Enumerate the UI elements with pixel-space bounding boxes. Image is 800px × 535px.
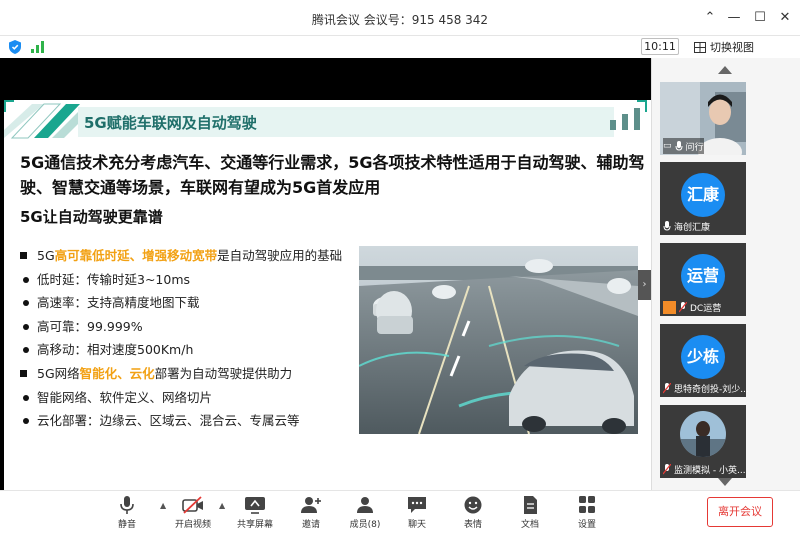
participant-tile[interactable]: 运营 DC运营 bbox=[660, 243, 746, 316]
window-title: 腾讯会议 会议号：915 458 342 bbox=[311, 13, 489, 27]
minimize-icon[interactable]: — bbox=[724, 8, 744, 28]
pin-icon[interactable]: ⌃ bbox=[700, 8, 720, 28]
mic-muted-icon bbox=[663, 463, 671, 474]
document-icon bbox=[524, 496, 537, 514]
participant-name-row: 监测模拟 - 小英... bbox=[663, 461, 746, 477]
participant-tile[interactable]: 少栋 思特奇创投-刘少... bbox=[660, 324, 749, 397]
members-button[interactable]: 成员(8) bbox=[340, 495, 390, 530]
chat-button[interactable]: 聊天 bbox=[392, 495, 442, 530]
participant-photo bbox=[680, 411, 726, 457]
participant-name-row: 思特奇创投-刘少... bbox=[663, 380, 749, 396]
participant-tile-video[interactable]: ▭ 问行 bbox=[660, 82, 746, 166]
apps-grid-icon bbox=[579, 496, 595, 513]
participant-tile[interactable]: 汇康 海创汇康 bbox=[660, 162, 746, 235]
slide: 5G赋能车联网及自动驾驶 5G通信技术充分考虑汽车、交通等行业需求，5G各项技术… bbox=[4, 100, 651, 525]
chat-icon bbox=[408, 497, 426, 513]
video-off-icon bbox=[182, 496, 203, 514]
user-badge-icon bbox=[663, 300, 676, 314]
share-screen-button[interactable]: 共享屏幕 bbox=[230, 495, 280, 530]
mic-icon bbox=[663, 220, 671, 231]
reactions-button[interactable]: 表情 bbox=[448, 495, 498, 530]
bullet-item: 5G网络智能化、云化部署为自动驾驶提供助力 bbox=[20, 362, 342, 386]
mic-icon bbox=[675, 140, 683, 151]
start-video-button[interactable]: 开启视频 bbox=[168, 495, 218, 530]
scroll-up-arrow[interactable] bbox=[718, 66, 732, 74]
screen-share-icon: ▭ bbox=[663, 141, 672, 151]
sub-bullet-item: 高移动：相对速度500Km/h bbox=[20, 338, 342, 362]
scroll-down-arrow[interactable] bbox=[718, 478, 732, 486]
switch-view-button[interactable]: 切换视图 bbox=[694, 39, 754, 55]
avatar: 少栋 bbox=[681, 335, 725, 379]
video-options-caret[interactable]: ▲ bbox=[219, 501, 225, 510]
slide-bullet-list: 5G高可靠低时延、增强移动宽带是自动驾驶应用的基础 低时延：传输时延3~10ms… bbox=[20, 244, 342, 433]
sub-bullet-item: 智能网络、软件定义、网络切片 bbox=[20, 386, 342, 410]
participant-name-row: ▭ 问行 bbox=[663, 138, 704, 154]
settings-button[interactable]: 设置 bbox=[562, 495, 612, 530]
emoji-icon bbox=[464, 496, 482, 514]
members-icon bbox=[357, 497, 373, 513]
mic-muted-icon bbox=[679, 301, 687, 312]
grid-icon bbox=[694, 41, 706, 53]
maximize-icon[interactable]: ☐ bbox=[750, 8, 770, 28]
shared-screen: 5G赋能车联网及自动驾驶 5G通信技术充分考虑汽车、交通等行业需求，5G各项技术… bbox=[0, 58, 651, 525]
title-bar: 腾讯会议 会议号：915 458 342 ⌃ — ☐ ✕ bbox=[0, 0, 800, 36]
sub-bullet-item: 高可靠：99.999% bbox=[20, 315, 342, 339]
mute-button[interactable]: 静音 bbox=[102, 495, 152, 530]
participants-panel: ▭ 问行 汇康 海创汇康 运营 DC运营 少栋 思特奇创投-刘少... 监测模拟… bbox=[651, 58, 800, 490]
microphone-icon bbox=[120, 496, 134, 514]
invite-button[interactable]: 邀请 bbox=[286, 495, 336, 530]
leave-meeting-button[interactable]: 离开会议 bbox=[707, 497, 773, 527]
switch-view-label: 切换视图 bbox=[710, 41, 754, 54]
slide-corner bbox=[637, 100, 647, 112]
signal-icon[interactable] bbox=[31, 41, 45, 53]
docs-button[interactable]: 文档 bbox=[505, 495, 555, 530]
participant-name-row: DC运营 bbox=[663, 299, 721, 315]
sub-bullet-item: 低时延：传输时延3~10ms bbox=[20, 268, 342, 292]
meeting-toolbar: 静音 ▲ 开启视频 ▲ 共享屏幕 邀请 成员(8) 聊天 表情 文档 设置 离开… bbox=[0, 490, 800, 535]
shield-icon[interactable] bbox=[9, 40, 21, 54]
sub-bullet-item: 云化部署：边缘云、区域云、混合云、专属云等 bbox=[20, 409, 342, 433]
avatar: 汇康 bbox=[681, 173, 725, 217]
add-user-icon bbox=[301, 497, 321, 513]
sub-bullet-item: 高速率：支持高精度地图下载 bbox=[20, 291, 342, 315]
info-bar: 10:11 切换视图 bbox=[0, 36, 800, 58]
slide-title: 5G赋能车联网及自动驾驶 bbox=[84, 114, 257, 132]
mute-options-caret[interactable]: ▲ bbox=[160, 501, 166, 510]
autonomous-cars-image bbox=[359, 246, 638, 434]
slide-sub-heading: 5G让自动驾驶更靠谱 bbox=[20, 208, 163, 226]
meeting-time: 10:11 bbox=[641, 38, 679, 55]
participant-tile-photo[interactable]: 监测模拟 - 小英... bbox=[660, 405, 746, 478]
avatar: 运营 bbox=[681, 254, 725, 298]
slide-main-text: 5G通信技术充分考虑汽车、交通等行业需求，5G各项技术特性适用于自动驾驶、辅助驾… bbox=[20, 153, 645, 197]
bullet-item: 5G高可靠低时延、增强移动宽带是自动驾驶应用的基础 bbox=[20, 244, 342, 268]
slide-header-decoration bbox=[4, 103, 82, 139]
participant-name-row: 海创汇康 bbox=[663, 218, 710, 234]
close-icon[interactable]: ✕ bbox=[775, 8, 795, 28]
screen-share-icon bbox=[245, 497, 265, 514]
slide-corner bbox=[4, 100, 14, 112]
panel-collapse-handle[interactable]: › bbox=[638, 270, 651, 300]
mic-muted-icon bbox=[663, 382, 671, 393]
